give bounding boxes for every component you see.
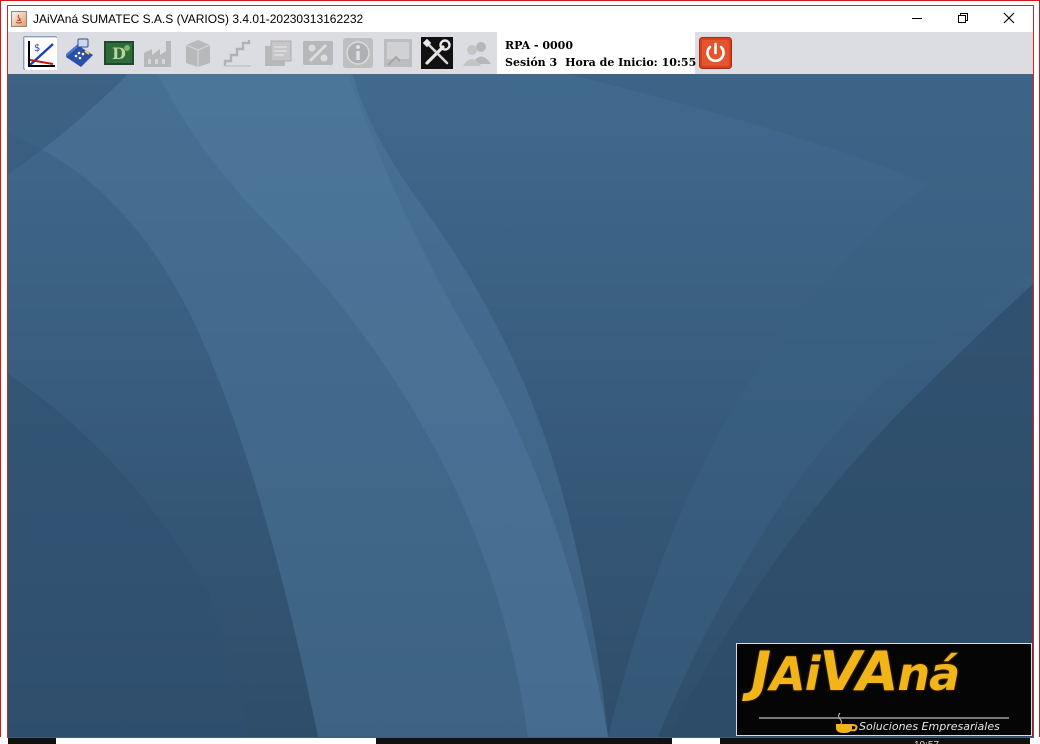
- box-button[interactable]: [181, 36, 215, 70]
- box-icon: [185, 40, 211, 67]
- taskbar-segment[interactable]: [376, 737, 672, 744]
- power-icon: [699, 37, 732, 69]
- finance-chart-button[interactable]: $: [23, 36, 57, 70]
- coffee-cup-icon: [836, 712, 858, 733]
- tools-button[interactable]: [420, 36, 454, 70]
- users-button[interactable]: [460, 36, 494, 70]
- close-button[interactable]: [986, 6, 1032, 30]
- factory-button[interactable]: [141, 36, 175, 70]
- session-label: Sesión 3: [505, 56, 558, 69]
- window-title: JAiVAná SUMATEC S.A.S (VARIOS) 3.4.01-20…: [33, 12, 364, 26]
- desktop-area: [8, 74, 1033, 737]
- desktop-wallpaper: [8, 74, 1033, 737]
- logo-divider: [759, 717, 1009, 719]
- taskbar-start[interactable]: [8, 737, 56, 744]
- taskbar-tray: [720, 737, 1030, 744]
- session-info-panel: RPA - 0000 Sesión 3 Hora de Inicio: 10:55…: [497, 32, 721, 74]
- tools-icon: [421, 37, 453, 69]
- jaivana-logo: JAiVAná Soluciones Empresariales: [736, 643, 1032, 736]
- users-icon: [463, 42, 491, 66]
- money-bill-button[interactable]: D: [102, 36, 136, 70]
- minimize-icon: [912, 18, 922, 19]
- minimize-button[interactable]: [894, 6, 940, 30]
- report-button[interactable]: [381, 36, 415, 70]
- chart-dollar-icon: $: [25, 38, 57, 70]
- percent-icon: [303, 41, 333, 65]
- power-button[interactable]: [699, 37, 732, 69]
- restore-icon: [958, 13, 968, 23]
- factory-icon: [144, 41, 171, 67]
- svg-text:D: D: [112, 44, 126, 63]
- logo-brand: JAiVAná: [751, 643, 960, 703]
- stairs-button[interactable]: [221, 36, 255, 70]
- info-icon: [343, 38, 373, 68]
- info-button[interactable]: [341, 36, 375, 70]
- cash-register-button[interactable]: [62, 36, 96, 70]
- money-bill-icon: D: [104, 41, 134, 65]
- percent-button[interactable]: [301, 36, 335, 70]
- stairs-icon: [223, 40, 251, 67]
- documents-icon: [265, 40, 292, 66]
- start-time-label: Hora de Inicio: 10:55 PM: [565, 56, 721, 69]
- documents-button[interactable]: [261, 36, 295, 70]
- cash-register-icon: [66, 38, 93, 67]
- application-window: JAiVAná SUMATEC S.A.S (VARIOS) 3.4.01-20…: [0, 0, 1040, 744]
- java-app-icon[interactable]: [11, 11, 27, 27]
- taskbar-clock[interactable]: 10:57: [914, 737, 939, 744]
- session-line: Sesión 3 Hora de Inicio: 10:55 PM: [505, 56, 721, 69]
- rpa-label: RPA - 0000: [505, 39, 573, 52]
- title-bar[interactable]: JAiVAná SUMATEC S.A.S (VARIOS) 3.4.01-20…: [2, 2, 1038, 32]
- restore-button[interactable]: [940, 6, 986, 30]
- svg-text:$: $: [34, 43, 40, 54]
- logo-tagline: Soluciones Empresariales: [859, 720, 1000, 733]
- close-icon: [1003, 12, 1015, 24]
- report-icon: [384, 39, 412, 67]
